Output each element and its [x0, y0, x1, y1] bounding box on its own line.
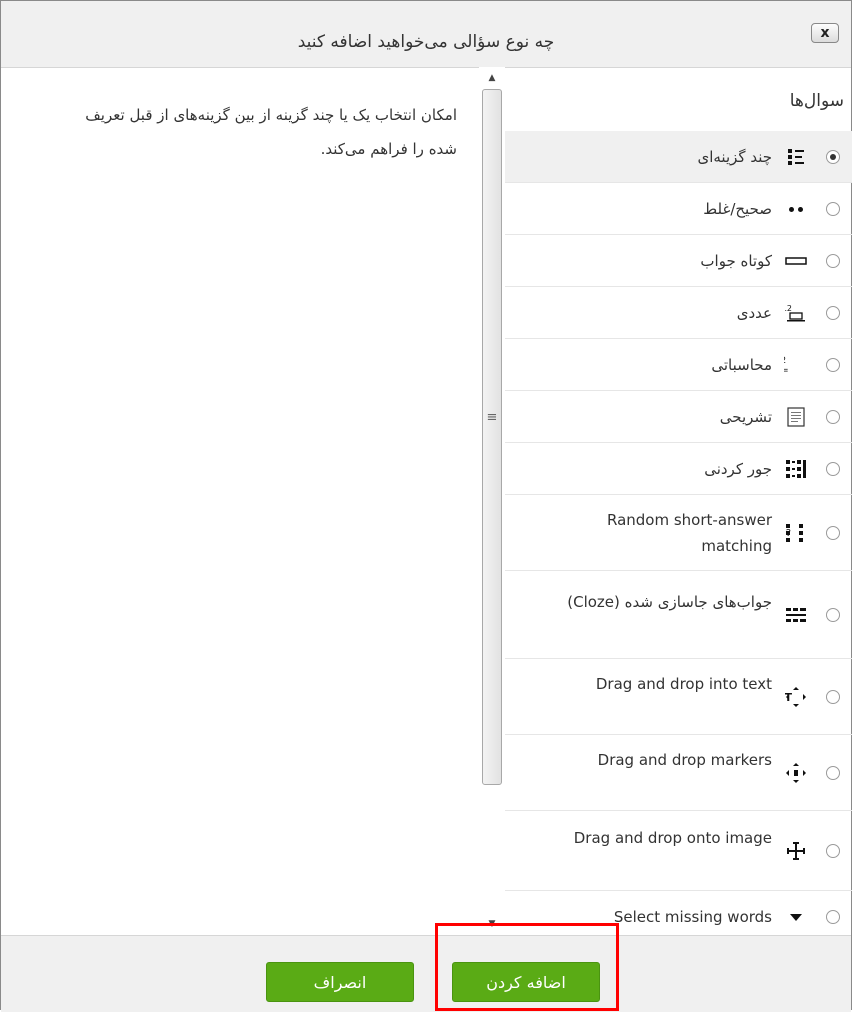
question-type-label: صحیح/غلط [703, 200, 772, 218]
question-type-label: جواب‌های جاسازی شده (Cloze) [567, 593, 772, 611]
dialog-title: چه نوع سؤالی می‌خواهید اضافه کنید [297, 32, 555, 52]
radio-button[interactable] [826, 462, 840, 476]
shortanswer-icon [784, 249, 808, 273]
question-type-calculated[interactable]: 2+2=? محاسباتی [505, 339, 852, 391]
scroll-up-arrow-icon[interactable]: ▲ [479, 67, 505, 89]
radio-button[interactable] [826, 766, 840, 780]
question-type-label: کوتاه جواب [700, 252, 772, 270]
multichoice-icon [784, 145, 808, 169]
dialog-footer: انصراف اضافه کردن [1, 935, 851, 1012]
svg-text:12: 12 [785, 304, 792, 313]
scroll-down-arrow-icon[interactable]: ▼ [479, 913, 505, 935]
radio-button[interactable] [826, 608, 840, 622]
truefalse-icon [784, 197, 808, 221]
ddimage-icon [784, 839, 808, 863]
numerical-icon: 12 [784, 301, 808, 325]
radio-button[interactable] [826, 202, 840, 216]
svg-text:?: ? [786, 528, 791, 539]
radio-button[interactable] [826, 410, 840, 424]
cancel-button[interactable]: انصراف [266, 962, 414, 1002]
random-matching-icon: ? [784, 521, 808, 545]
question-type-numerical[interactable]: 12 عددی [505, 287, 852, 339]
question-description: امکان انتخاب یک یا چند گزینه از بین گزین… [85, 106, 457, 158]
matching-icon [784, 457, 808, 481]
radio-button[interactable] [826, 844, 840, 858]
ddmarker-icon [784, 761, 808, 785]
question-type-label: Random short-answer matching [606, 511, 772, 555]
question-type-ddwtos[interactable]: T Drag and drop into text [505, 659, 852, 735]
question-type-label: محاسباتی [711, 356, 772, 374]
radio-button[interactable] [826, 526, 840, 540]
question-type-multichoice[interactable]: چند گزینه‌ای [505, 131, 852, 183]
radio-button[interactable] [826, 358, 840, 372]
radio-button[interactable] [826, 690, 840, 704]
essay-icon [784, 405, 808, 429]
question-type-ddmarker[interactable]: Drag and drop markers [505, 735, 852, 811]
question-type-select-missing[interactable]: Select missing words [505, 891, 852, 935]
question-type-list: سوال‌ها چند گزینه‌ای صحیح/غلط کوتاه جواب [505, 67, 852, 935]
question-type-essay[interactable]: تشریحی [505, 391, 852, 443]
cloze-icon [784, 603, 808, 627]
close-icon: x [820, 25, 830, 41]
dialog-titlebar: چه نوع سؤالی می‌خواهید اضافه کنید x [1, 1, 851, 68]
select-missing-icon [784, 905, 808, 929]
question-type-label: جور کردنی [704, 460, 772, 478]
question-type-cloze[interactable]: جواب‌های جاسازی شده (Cloze) [505, 571, 852, 659]
radio-button[interactable] [826, 150, 840, 164]
question-type-label: تشریحی [719, 408, 772, 426]
question-type-label: Drag and drop into text [595, 675, 772, 693]
question-type-matching[interactable]: جور کردنی [505, 443, 852, 495]
ddwtos-icon: T [784, 685, 808, 709]
close-button[interactable]: x [811, 23, 839, 43]
radio-button[interactable] [826, 254, 840, 268]
svg-text:2+2: 2+2 [784, 356, 786, 366]
question-chooser-dialog: چه نوع سؤالی می‌خواهید اضافه کنید x امکا… [0, 0, 852, 1012]
radio-button[interactable] [826, 910, 840, 924]
scrollbar-grip-icon: ≡ [486, 410, 498, 425]
calculated-icon: 2+2=? [784, 353, 808, 377]
question-type-label: چند گزینه‌ای [697, 148, 772, 166]
question-type-label: Select missing words [613, 908, 772, 926]
question-type-label: عددی [736, 304, 772, 322]
question-type-label: Drag and drop onto image [573, 829, 772, 847]
question-type-truefalse[interactable]: صحیح/غلط [505, 183, 852, 235]
svg-text:=?: =? [784, 366, 789, 376]
question-list-header: سوال‌ها [789, 91, 844, 111]
list-scrollbar[interactable]: ▲ ≡ ▼ [479, 67, 505, 935]
scrollbar-thumb[interactable]: ≡ [482, 89, 502, 785]
question-type-ddimage[interactable]: Drag and drop onto image [505, 811, 852, 891]
question-type-label: Drag and drop markers [597, 751, 772, 769]
add-button[interactable]: اضافه کردن [452, 962, 600, 1002]
radio-button[interactable] [826, 306, 840, 320]
question-type-shortanswer[interactable]: کوتاه جواب [505, 235, 852, 287]
question-type-random-matching[interactable]: ? Random short-answer matching [505, 495, 852, 571]
